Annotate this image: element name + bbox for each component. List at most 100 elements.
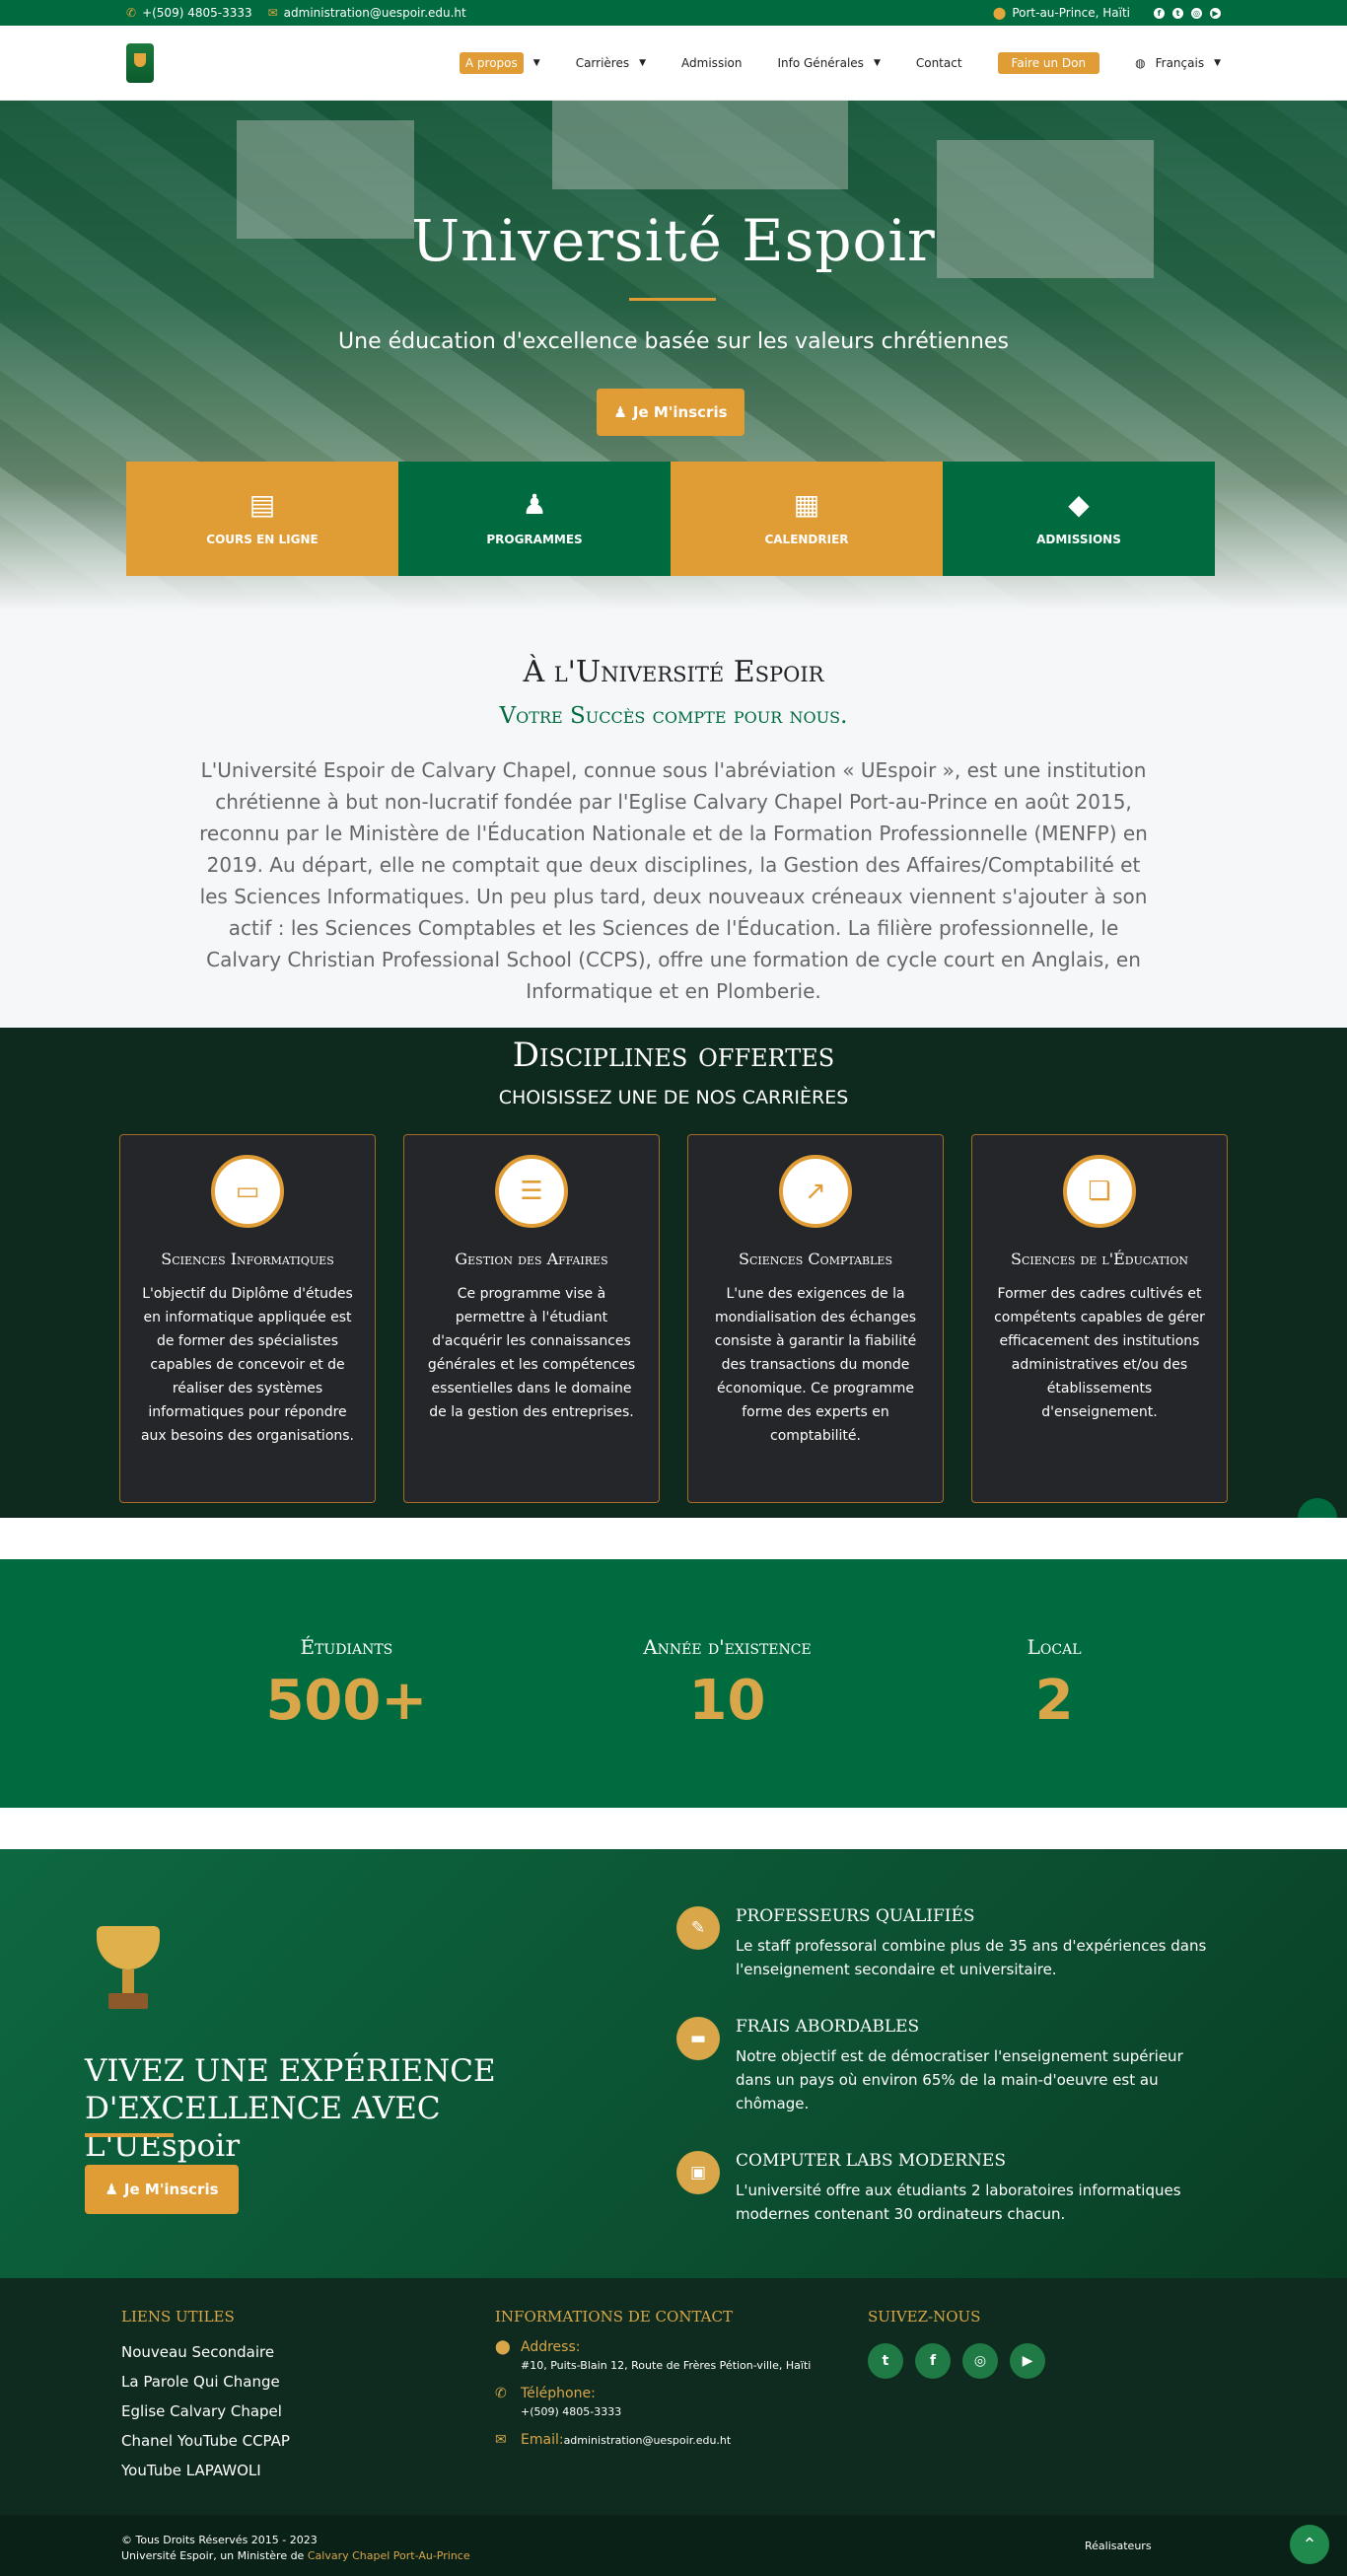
twitter-icon[interactable]: t [868,2343,903,2379]
teacher-icon: ✎ [676,1906,720,1950]
contact-value[interactable]: administration@uespoir.edu.ht [564,2434,732,2447]
stat-label: Année d'existence [643,1634,812,1659]
map-pin-icon: ⬤ [992,6,1007,20]
phone-info[interactable]: ✆ +(509) 4805-3333 [126,6,252,20]
credits-link[interactable]: Réalisateurs [1085,2540,1152,2552]
about-title: À l'Université Espoir [523,655,824,689]
youtube-icon[interactable]: ▶ [1010,2343,1045,2379]
card-title: Gestion des Affaires [455,1250,608,1268]
feature-professors: ✎ PROFESSEURS QUALIFIÉS Le staff professo… [676,1906,1209,1981]
ministry-text: Université Espoir, un Ministère de [121,2549,305,2562]
envelope-icon: ✉ [495,2432,507,2448]
disciplines-section: Disciplines offertes CHOISISSEZ UNE DE N… [0,1028,1347,1518]
footer-link[interactable]: La Parole Qui Change [121,2373,290,2391]
instagram-icon[interactable]: ◎ [1191,7,1202,19]
contact-value[interactable]: +(509) 4805-3333 [521,2405,621,2418]
twitter-icon[interactable]: t [1172,7,1183,19]
phone-icon: ✆ [126,6,137,20]
language-selector[interactable]: ◍ Français ▼ [1135,56,1221,70]
footer-link[interactable]: Nouveau Secondaire [121,2343,290,2361]
contact-label: Address: [521,2339,581,2355]
nav-item-contact[interactable]: Contact [916,56,962,70]
facebook-icon[interactable]: f [1154,7,1165,19]
chart-line-icon: ↗ [779,1155,852,1228]
feature-title: PROFESSEURS QUALIFIÉS [736,1906,975,1926]
graduate-icon: ♟ [105,2181,118,2198]
feature-fees: ▬ FRAIS ABORDABLES Notre objectif est de … [676,2017,1209,2115]
card-text: L'une des exigences de la mondialisation… [714,1286,917,1444]
discipline-card-comptables[interactable]: ↗ Sciences Comptables L'une des exigence… [687,1134,944,1503]
graduate-icon: ♟ [522,488,547,521]
chevron-down-icon: ▼ [639,57,647,68]
footer: LIENS UTILES Nouveau Secondaire La Parol… [0,2278,1347,2515]
discipline-card-informatique[interactable]: ▭ Sciences Informatiques L'objectif du D… [119,1134,376,1503]
hero-section: Université Espoir Une éducation d'excell… [0,101,1347,611]
top-socials: f t ◎ ▶ [1154,7,1221,19]
university-logo[interactable] [126,42,154,83]
card-title: Sciences de l'Éducation [1011,1250,1188,1268]
stat-label: Local [1027,1634,1082,1659]
nav-menu: A propos ▼ Carrières ▼ Admission Info Géné… [459,51,1221,74]
features-list: ✎ PROFESSEURS QUALIFIÉS Le staff professo… [676,1906,1209,2261]
footer-contact: INFORMATIONS DE CONTACT ⬤ Address: #10, P… [495,2308,811,2448]
feature-text: L'université offre aux étudiants 2 labor… [736,2182,1181,2223]
stat-students: Étudiants 500+ [265,1635,427,1733]
chevron-down-icon: ▼ [532,57,540,68]
tile-programs[interactable]: ♟ PROGRAMMES [398,462,671,576]
map-pin-icon: ⬤ [495,2339,511,2355]
footer-links: LIENS UTILES Nouveau Secondaire La Parol… [121,2308,290,2479]
nav-item-info-generales[interactable]: Info Générales ▼ [777,56,880,70]
computer-icon: ▣ [676,2151,720,2194]
footer-link[interactable]: Chanel YouTube CCPAP [121,2432,290,2450]
facebook-icon[interactable]: f [915,2343,951,2379]
section-spacer [0,1518,1347,1559]
tile-online-courses[interactable]: ▤ COURS EN LIGNE [126,462,398,576]
graduate-icon: ♟ [613,403,627,421]
tile-admissions[interactable]: ◆ ADMISSIONS [943,462,1215,576]
discipline-card-education[interactable]: ❏ Sciences de l'Éducation Former des cad… [971,1134,1228,1503]
experience-divider [85,2133,174,2137]
card-text: Former des cadres cultivés et compétents… [994,1286,1205,1420]
card-text: L'objectif du Diplôme d'études en inform… [140,1286,355,1444]
footer-link[interactable]: Eglise Calvary Chapel [121,2402,290,2420]
footer-link[interactable]: YouTube LAPAWOLI [121,2462,290,2479]
ministry-link[interactable]: Calvary Chapel Port-Au-Prince [308,2549,470,2562]
hero-subtitle: Une éducation d'excellence basée sur les… [338,329,1009,354]
experience-title: VIVEZ UNE EXPÉRIENCE D'EXCELLENCE AVEC L… [85,2053,496,2164]
enroll-button[interactable]: ♟ Je M'inscris [597,389,744,436]
email-info[interactable]: ✉ administration@uespoir.edu.ht [268,6,466,20]
nav-item-admission[interactable]: Admission [681,56,742,70]
main-navbar: A propos ▼ Carrières ▼ Admission Info Géné… [0,26,1347,101]
nav-item-a-propos[interactable]: A propos ▼ [459,51,540,74]
disciplines-subtitle: CHOISISSEZ UNE DE NOS CARRIÈRES [498,1087,849,1109]
about-section: À l'Université Espoir Votre Succès compt… [0,611,1347,1028]
stat-years: Année d'existence 10 [643,1635,812,1733]
donate-button[interactable]: Faire un Don [997,51,1100,74]
stat-value: 500+ [265,1668,428,1733]
experience-section: VIVEZ UNE EXPÉRIENCE D'EXCELLENCE AVEC L… [0,1849,1347,2278]
chevron-down-icon: ▼ [873,57,881,68]
youtube-icon[interactable]: ▶ [1210,7,1221,19]
list-icon: ☰ [495,1155,568,1228]
discipline-card-gestion[interactable]: ☰ Gestion des Affaires Ce programme vise… [403,1134,660,1503]
instagram-icon[interactable]: ◎ [962,2343,998,2379]
feature-labs: ▣ COMPUTER LABS MODERNES L'université off… [676,2151,1209,2226]
nav-item-carrieres[interactable]: Carrières ▼ [576,56,646,70]
enroll-button-secondary[interactable]: ♟ Je M'inscris [85,2165,239,2214]
chevron-down-icon: ▼ [1214,57,1221,68]
location-info: ⬤ Port-au-Prince, Haïti [992,6,1130,20]
open-book-icon: ❏ [1063,1155,1136,1228]
globe-icon: ◍ [1135,55,1146,70]
hero-divider [629,298,716,301]
footer-contact-title: INFORMATIONS DE CONTACT [495,2308,733,2326]
stat-label: Étudiants [300,1634,393,1659]
discipline-cards: ▭ Sciences Informatiques L'objectif du D… [0,1134,1347,1503]
quick-links: ▤ COURS EN LIGNE ♟ PROGRAMMES ▦ CALENDRIER … [126,462,1215,576]
scroll-top-button[interactable]: ⌃ [1290,2525,1329,2564]
tile-calendar[interactable]: ▦ CALENDRIER [671,462,943,576]
contact-email: ✉ Email: administration@uespoir.edu.ht [495,2432,811,2448]
contact-phone: ✆ Téléphone: +(509) 4805-3333 [495,2386,811,2418]
stats-section: Étudiants 500+ Année d'existence 10 Loca… [0,1559,1347,1808]
contact-address: ⬤ Address: #10, Puits-Blain 12, Route de … [495,2339,811,2372]
top-bar: ✆ +(509) 4805-3333 ✉ administration@uespoi… [0,0,1347,26]
